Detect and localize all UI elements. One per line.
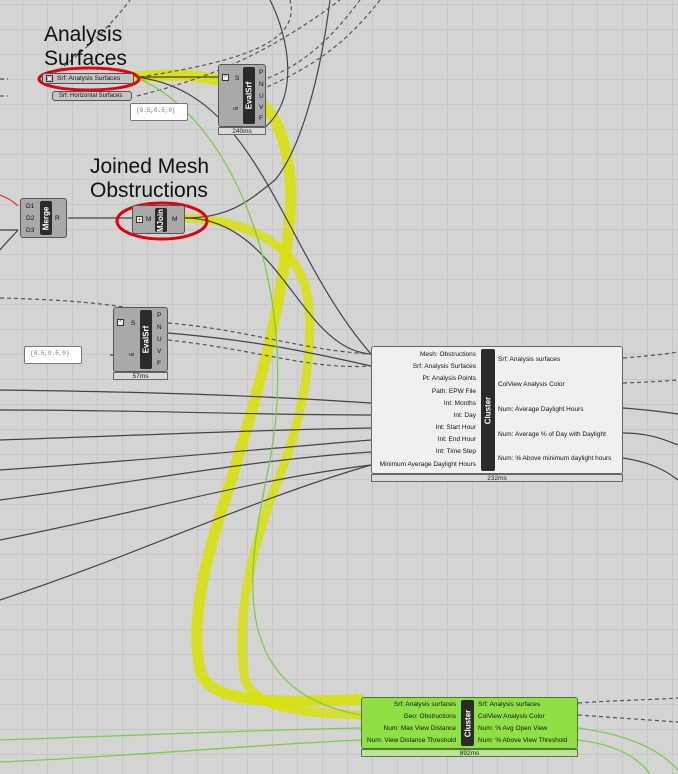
output-num-avg-open-view: Num: % Avg Open View <box>478 725 548 732</box>
input-d1: D1 <box>26 203 35 210</box>
output-p: P <box>259 69 264 76</box>
input-srf-analysis-surfaces: Srf: Analysis surfaces <box>393 701 456 708</box>
output-f: F <box>259 115 263 122</box>
view-cluster-timing: 892ms <box>361 749 578 757</box>
input-uv: uv <box>129 352 135 358</box>
uv-panel-top[interactable]: {0.5,0.5,0} <box>130 103 188 121</box>
merge-component[interactable]: D1 D2 D3 Merge R <box>20 198 67 238</box>
input-d2: D2 <box>26 215 35 222</box>
analysis-surfaces-param[interactable]: ▢ Srf: Analysis Surfaces <box>42 73 134 84</box>
output-u: U <box>157 336 162 343</box>
evalsrf-mid-component[interactable]: ⌃ S uv EvalSrf P N U V F <box>113 307 168 372</box>
input-int-start-hour: Int: Start Hour <box>435 424 476 431</box>
view-cluster-component[interactable]: Srf: Analysis surfaces Geo: Obstructions… <box>361 697 578 749</box>
output-v: V <box>157 348 162 355</box>
param-icon: ▢ <box>46 75 53 82</box>
evalsrf-mid-timing: 57ms <box>113 372 168 380</box>
component-name-strip: EvalSrf <box>243 67 255 124</box>
component-name-strip: EvalSrf <box>140 310 152 369</box>
input-num-max-view-distance: Num: Max View Distance <box>383 725 457 732</box>
output-colview-analysis-color: ColView Analysis Color <box>498 381 565 388</box>
output-num-average-daylight-hours: Num: Average Daylight Hours <box>498 406 584 413</box>
daylight-cluster-timing: 232ms <box>371 474 623 482</box>
output-srf-analysis-surfaces: Srf: Analysis surfaces <box>498 356 561 363</box>
param-label: Srf: Analysis Surfaces <box>57 75 121 82</box>
output-num-pct-above-min: Num: % Above minimum daylight hours <box>498 455 612 462</box>
input-m: M <box>146 216 152 223</box>
output-p: P <box>157 312 162 319</box>
output-n: N <box>259 81 264 88</box>
reparam-icon: ⌃ <box>222 74 229 81</box>
annotation-joined-mesh: Joined Mesh Obstructions <box>90 155 210 202</box>
input-int-day: Int: Day <box>453 412 476 419</box>
input-minimum-average-daylight-hours: Minimum Average Daylight Hours <box>379 461 476 468</box>
input-int-end-hour: Int: End Hour <box>437 436 476 443</box>
input-geo-obstructions: Geo: Obstructions <box>403 713 456 720</box>
output-m: M <box>172 216 178 223</box>
input-srf-analysis-surfaces: Srf: Analysis Surfaces <box>412 363 476 370</box>
evalsrf-top-timing: 240ms <box>218 127 266 135</box>
input-int-time-step: Int: Time Step <box>435 448 476 455</box>
uv-panel-mid[interactable]: {0.5,0.5,0} <box>24 346 82 364</box>
annotation-analysis-surfaces: Analysis Surfaces <box>44 23 127 70</box>
reparam-icon: ⌃ <box>117 319 124 326</box>
input-mesh-obstructions: Mesh: Obstructions <box>420 351 476 358</box>
input-num-view-distance-threshold: Num: View Distance Threshold <box>367 737 456 744</box>
output-f: F <box>157 360 161 367</box>
horizontal-surfaces-param[interactable]: Srf: Horizontal Surfaces <box>52 91 132 101</box>
input-s: S <box>131 320 136 327</box>
highlight-stroke-2 <box>180 213 365 720</box>
input-pt-analysis-points: Pt: Analysis Points <box>422 375 476 382</box>
component-name-strip: Cluster <box>481 349 495 471</box>
evalsrf-top-component[interactable]: ⌃ S uv EvalSrf P N U V F <box>218 64 266 127</box>
input-uv: uv <box>233 106 239 112</box>
graft-icon: + <box>136 216 143 223</box>
input-s: S <box>235 75 240 82</box>
daylight-cluster-component[interactable]: Mesh: Obstructions Srf: Analysis Surface… <box>371 346 623 474</box>
input-int-months: Int: Months <box>443 400 476 407</box>
output-srf-analysis-surfaces: Srf: Analysis surfaces <box>478 701 541 708</box>
component-name-strip: Cluster <box>461 700 474 746</box>
output-r: R <box>55 215 60 222</box>
output-colview-analysis-color: ColView Analysis Color <box>478 713 545 720</box>
mjoin-component[interactable]: + M MJoin M <box>132 205 185 234</box>
component-name-strip: MJoin <box>155 208 167 232</box>
output-n: N <box>157 324 162 331</box>
param-label: Srf: Horizontal Surfaces <box>59 93 123 99</box>
output-v: V <box>259 104 264 111</box>
output-num-average-pct-day: Num: Average % of Day with Daylight <box>498 431 606 438</box>
input-d3: D3 <box>26 227 35 234</box>
output-u: U <box>259 93 264 100</box>
component-name-strip: Merge <box>40 201 52 235</box>
input-path-epw-file: Path: EPW File <box>431 388 476 395</box>
output-num-above-view-threshold: Num: % Above View Threshold <box>478 737 568 744</box>
